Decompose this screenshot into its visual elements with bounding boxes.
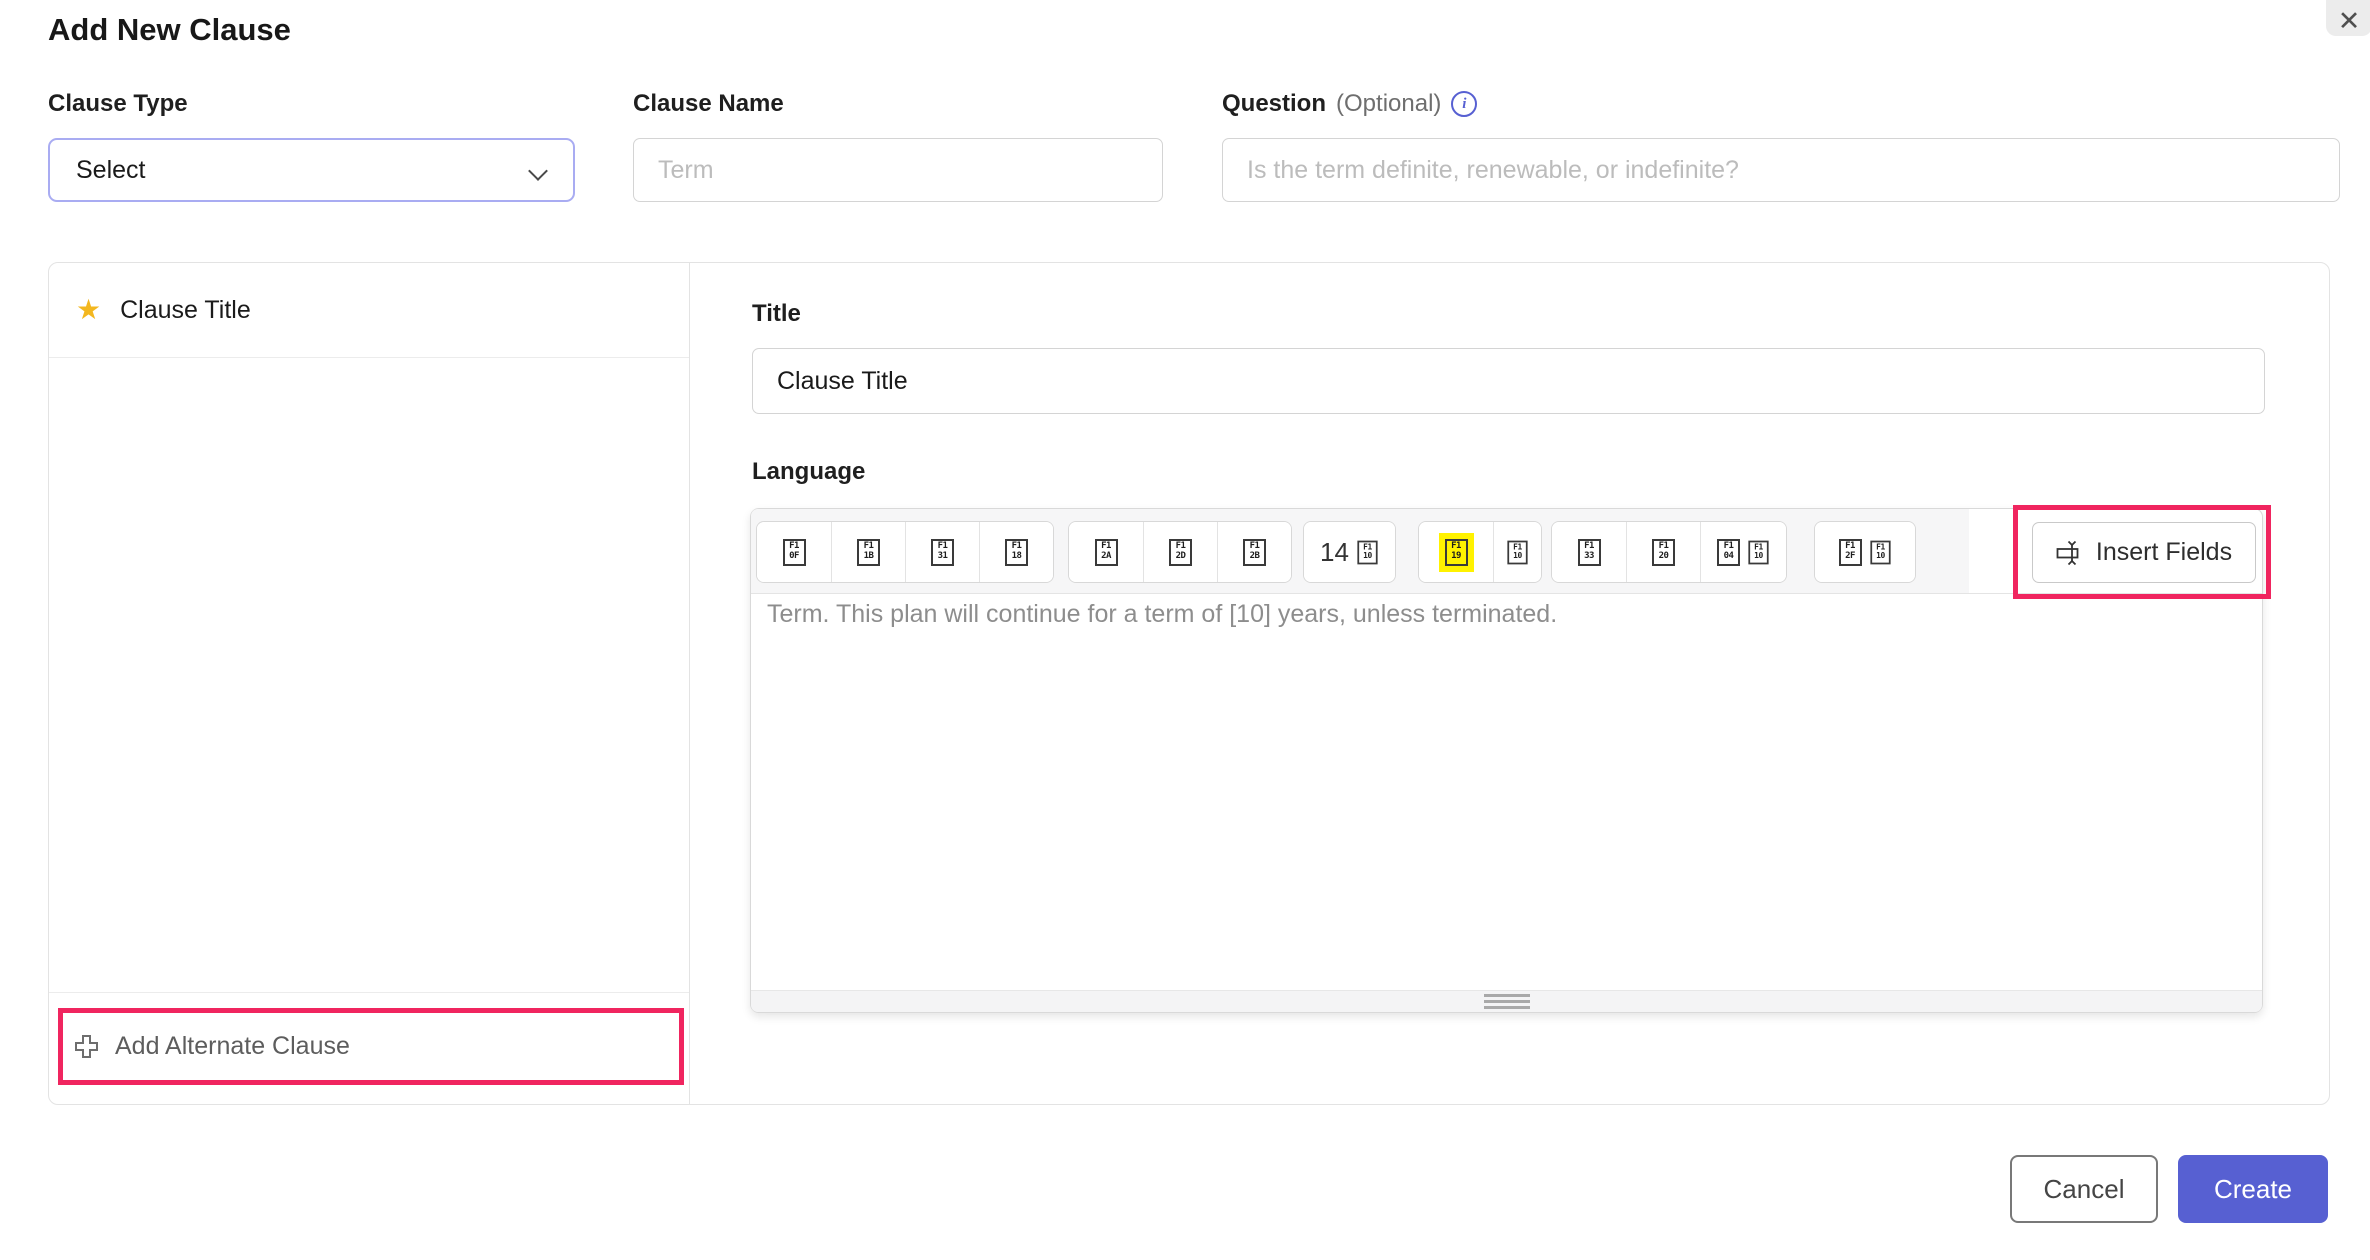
clause-name-input[interactable]: [633, 138, 1163, 202]
toolbar-button[interactable]: F1 04 F1 10: [1700, 522, 1786, 582]
plus-icon: [75, 1035, 98, 1058]
language-label: Language: [752, 458, 866, 485]
toolbar-button[interactable]: F1 33: [1552, 522, 1626, 582]
toolbar-button-group: F1 33 F1 20 F1 04 F1 10: [1551, 521, 1787, 583]
clause-list-panel: ★ Clause Title Add Alternate Clause: [49, 263, 690, 1104]
clause-type-label: Clause Type: [48, 90, 188, 117]
font-size-value: 14: [1320, 536, 1349, 567]
insert-fields-label: Insert Fields: [2095, 538, 2233, 566]
toolbar-button-group: F1 2A F1 2D F1 2B: [1068, 521, 1292, 583]
unknown-glyph-icon: F1 2A: [1094, 538, 1118, 566]
clause-item-label: Clause Title: [120, 295, 251, 324]
unknown-glyph-icon: F1 2B: [1243, 538, 1266, 566]
unknown-glyph-icon: F1 04: [1717, 538, 1740, 566]
title-input[interactable]: [752, 348, 2265, 414]
unknown-glyph-icon: F1 18: [1005, 538, 1028, 566]
toolbar-button[interactable]: F1 18: [979, 522, 1053, 582]
toolbar-button-group: F1 19 F1 10: [1418, 521, 1542, 583]
clause-list-item[interactable]: ★ Clause Title: [49, 263, 689, 358]
insert-field-icon: [2056, 540, 2079, 565]
unknown-glyph-icon: F1 10: [1357, 540, 1378, 564]
close-icon[interactable]: ✕: [2326, 0, 2370, 36]
toolbar-button-group: F1 2F F1 10: [1814, 521, 1916, 583]
toolbar-button[interactable]: F1 2A: [1069, 522, 1143, 582]
highlight-color-swatch: F1 19: [1438, 532, 1474, 572]
unknown-glyph-icon: F1 2F: [1838, 538, 1862, 566]
highlight-color-button[interactable]: F1 19: [1419, 522, 1493, 582]
question-optional-text: (Optional): [1336, 90, 1442, 117]
toolbar-button[interactable]: F1 2F F1 10: [1815, 522, 1915, 582]
toolbar-button[interactable]: F1 31: [905, 522, 979, 582]
question-label-text: Question: [1222, 90, 1327, 117]
clause-type-selected-value: Select: [76, 155, 146, 184]
question-label: Question (Optional) i: [1222, 90, 1478, 118]
editor-toolbar: F1 0F F1 1B F1 31 F1 18 F1 2A F1 2D F1 2B 14 F1 10 F1 19 F1…: [751, 505, 2271, 599]
unknown-glyph-icon: F1 20: [1652, 538, 1675, 566]
toolbar-button[interactable]: F1 0F: [757, 522, 831, 582]
add-new-clause-modal: ✕ Add New Clause Clause Type Select Clau…: [0, 0, 2370, 1260]
add-alternate-clause-row: Add Alternate Clause: [49, 992, 689, 1104]
unknown-glyph-icon: F1 0F: [782, 538, 806, 566]
clause-name-label: Clause Name: [633, 90, 784, 117]
unknown-glyph-icon: F1 10: [1748, 540, 1769, 564]
unknown-glyph-icon: F1 19: [1444, 538, 1468, 566]
clause-language-textarea[interactable]: Term. This plan will continue for a term…: [767, 597, 2246, 982]
editor-resize-handle[interactable]: [751, 990, 2262, 1012]
cancel-button[interactable]: Cancel: [2010, 1155, 2158, 1223]
unknown-glyph-icon: F1 10: [1869, 540, 1891, 564]
create-button[interactable]: Create: [2178, 1155, 2328, 1223]
chevron-down-icon: [528, 161, 548, 181]
toolbar-button[interactable]: F1 2D: [1143, 522, 1217, 582]
title-label: Title: [752, 300, 801, 327]
unknown-glyph-icon: F1 33: [1577, 538, 1601, 566]
toolbar-button[interactable]: F1 1B: [831, 522, 905, 582]
language-editor: F1 0F F1 1B F1 31 F1 18 F1 2A F1 2D F1 2B 14 F1 10 F1 19 F1…: [750, 505, 2271, 1013]
grip-icon: [1483, 994, 1530, 1009]
add-alternate-clause-label: Add Alternate Clause: [115, 1032, 350, 1060]
highlight-color-dropdown[interactable]: F1 10: [1493, 522, 1541, 582]
unknown-glyph-icon: F1 31: [931, 538, 954, 566]
star-icon: ★: [76, 294, 102, 325]
question-input[interactable]: [1222, 138, 2340, 202]
unknown-glyph-icon: F1 10: [1507, 540, 1528, 564]
insert-fields-button[interactable]: Insert Fields: [2032, 522, 2256, 583]
toolbar-button[interactable]: F1 20: [1626, 522, 1700, 582]
font-size-button[interactable]: 14 F1 10: [1304, 522, 1395, 582]
unknown-glyph-icon: F1 2D: [1169, 538, 1192, 566]
clause-type-select[interactable]: Select: [48, 138, 575, 202]
toolbar-button-group: 14 F1 10: [1303, 521, 1396, 583]
toolbar-button[interactable]: F1 2B: [1217, 522, 1291, 582]
info-icon[interactable]: i: [1451, 91, 1478, 117]
toolbar-button-group: F1 0F F1 1B F1 31 F1 18: [756, 521, 1054, 583]
page-title: Add New Clause: [48, 12, 291, 47]
unknown-glyph-icon: F1 1B: [857, 538, 880, 566]
add-alternate-clause-button[interactable]: Add Alternate Clause: [73, 1008, 350, 1085]
